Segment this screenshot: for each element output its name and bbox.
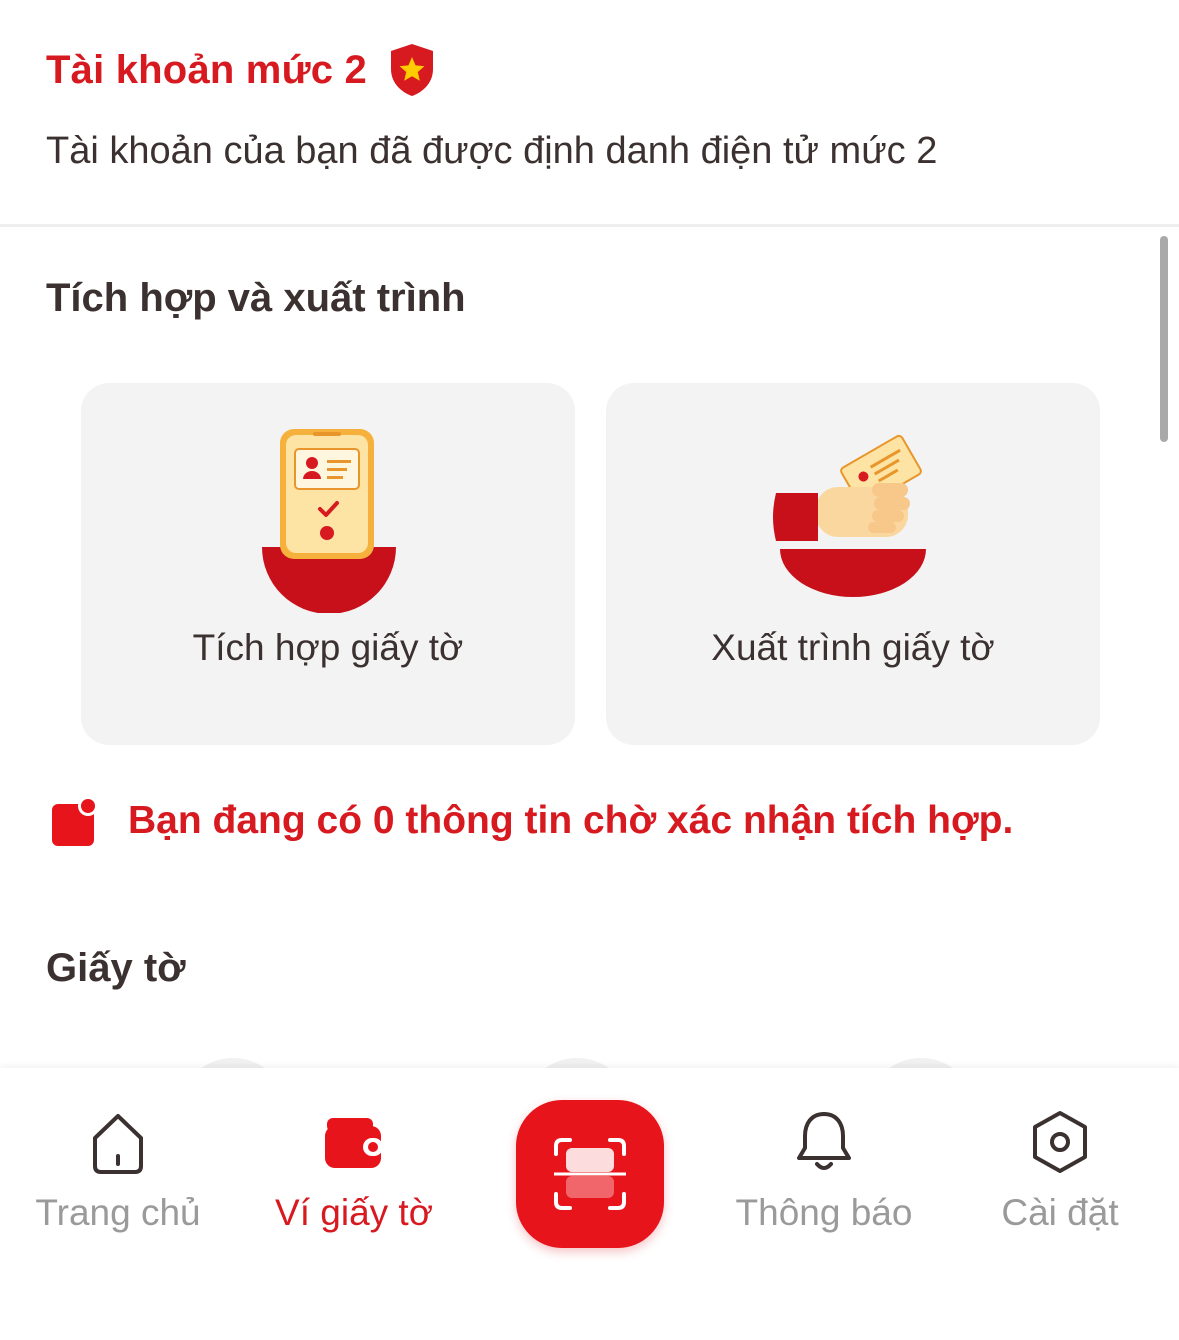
account-title-row: Tài khoản mức 2	[46, 42, 437, 98]
nav-settings-label: Cài đặt	[1001, 1192, 1119, 1233]
pending-confirmation-notice[interactable]: Bạn đang có 0 thông tin chờ xác nhận tíc…	[48, 792, 1013, 850]
integrate-documents-label: Tích hợp giấy tờ	[192, 627, 464, 668]
settings-icon	[1033, 1111, 1087, 1173]
section-title-documents: Giấy tờ	[46, 946, 186, 990]
qr-scan-button[interactable]	[516, 1100, 664, 1248]
qr-scan-icon	[554, 1138, 626, 1210]
present-documents-label: Xuất trình giấy tờ	[711, 627, 995, 668]
nav-wallet-label: Ví giấy tờ	[275, 1192, 433, 1233]
hand-card-icon	[773, 434, 926, 597]
notification-badge-icon	[52, 796, 98, 846]
nav-settings[interactable]: Cài đặt	[942, 1068, 1178, 1268]
nav-home[interactable]: Trang chủ	[0, 1068, 236, 1268]
scrollbar[interactable]	[1160, 236, 1168, 442]
wallet-icon	[325, 1118, 383, 1168]
bottom-nav: Trang chủ Ví giấy tờ Thông báo Cài đặt	[0, 1068, 1179, 1340]
section-title-integration: Tích hợp và xuất trình	[46, 276, 466, 320]
nav-notifications-label: Thông báo	[735, 1192, 913, 1233]
phone-id-card-icon	[262, 429, 396, 613]
nav-notifications[interactable]: Thông báo	[706, 1068, 942, 1268]
account-description: Tài khoản của bạn đã được định danh điện…	[46, 130, 938, 172]
bell-icon	[797, 1112, 851, 1170]
present-documents-card[interactable]: Xuất trình giấy tờ	[606, 383, 1100, 745]
nav-wallet[interactable]: Ví giấy tờ	[236, 1068, 472, 1268]
home-icon	[93, 1114, 143, 1174]
pending-text: Bạn đang có 0 thông tin chờ xác nhận tíc…	[128, 799, 1014, 842]
shield-star-icon	[390, 44, 433, 96]
account-level-title: Tài khoản mức 2	[46, 47, 367, 92]
divider	[0, 224, 1179, 227]
integrate-documents-card[interactable]: Tích hợp giấy tờ	[81, 383, 575, 745]
nav-home-label: Trang chủ	[35, 1192, 201, 1233]
account-header: Tài khoản mức 2 Tài khoản của bạn đã đượ…	[0, 0, 1179, 224]
